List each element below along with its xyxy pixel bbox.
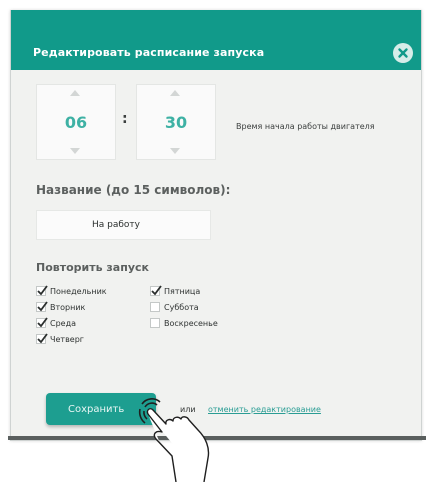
day-friday-checkbox[interactable] bbox=[150, 285, 162, 296]
day-thursday-checkbox[interactable] bbox=[36, 333, 48, 344]
day-label: Суббота bbox=[164, 302, 199, 312]
day-label: Воскресенье bbox=[164, 318, 218, 328]
start-time-label: Время начала работы двигателя bbox=[236, 122, 375, 131]
day-tuesday[interactable]: Вторник bbox=[36, 300, 85, 314]
day-label: Вторник bbox=[50, 302, 86, 312]
day-tuesday-checkbox[interactable] bbox=[36, 301, 48, 312]
close-button[interactable] bbox=[393, 43, 413, 63]
day-monday-checkbox[interactable] bbox=[36, 285, 48, 296]
day-thursday[interactable]: Четверг bbox=[36, 332, 84, 346]
day-label: Понедельник bbox=[50, 286, 107, 296]
checkmark-icon bbox=[37, 317, 48, 328]
tap-hand-icon bbox=[146, 408, 210, 482]
day-sunday[interactable]: Воскресенье bbox=[150, 316, 218, 330]
minutes-spinner[interactable]: 30 bbox=[136, 84, 216, 160]
day-label: Пятница bbox=[164, 286, 201, 296]
name-heading: Название (до 15 символов): bbox=[36, 183, 231, 197]
day-label: Среда bbox=[50, 318, 77, 328]
time-separator: : bbox=[122, 111, 128, 127]
hours-spinner[interactable]: 06 bbox=[36, 84, 116, 160]
day-sunday-checkbox[interactable] bbox=[150, 318, 160, 328]
repeat-heading: Повторить запуск bbox=[36, 261, 149, 274]
close-icon bbox=[398, 48, 408, 58]
day-label: Четверг bbox=[50, 334, 84, 344]
checkmark-icon bbox=[151, 285, 162, 296]
dialog-titlebar: Редактировать расписание запуска bbox=[11, 10, 421, 70]
day-monday[interactable]: Понедельник bbox=[36, 284, 107, 298]
day-saturday-checkbox[interactable] bbox=[150, 302, 160, 312]
day-friday[interactable]: Пятница bbox=[150, 284, 200, 298]
day-wednesday[interactable]: Среда bbox=[36, 316, 76, 330]
schedule-name-input[interactable] bbox=[36, 210, 211, 240]
day-saturday[interactable]: Суббота bbox=[150, 300, 199, 314]
minutes-down-arrow-icon[interactable] bbox=[170, 148, 180, 154]
checkmark-icon bbox=[37, 285, 48, 296]
hours-down-arrow-icon[interactable] bbox=[70, 148, 80, 154]
checkmark-icon bbox=[37, 301, 48, 312]
dialog-title: Редактировать расписание запуска bbox=[33, 46, 265, 59]
checkmark-icon bbox=[37, 333, 48, 344]
day-wednesday-checkbox[interactable] bbox=[36, 317, 48, 328]
